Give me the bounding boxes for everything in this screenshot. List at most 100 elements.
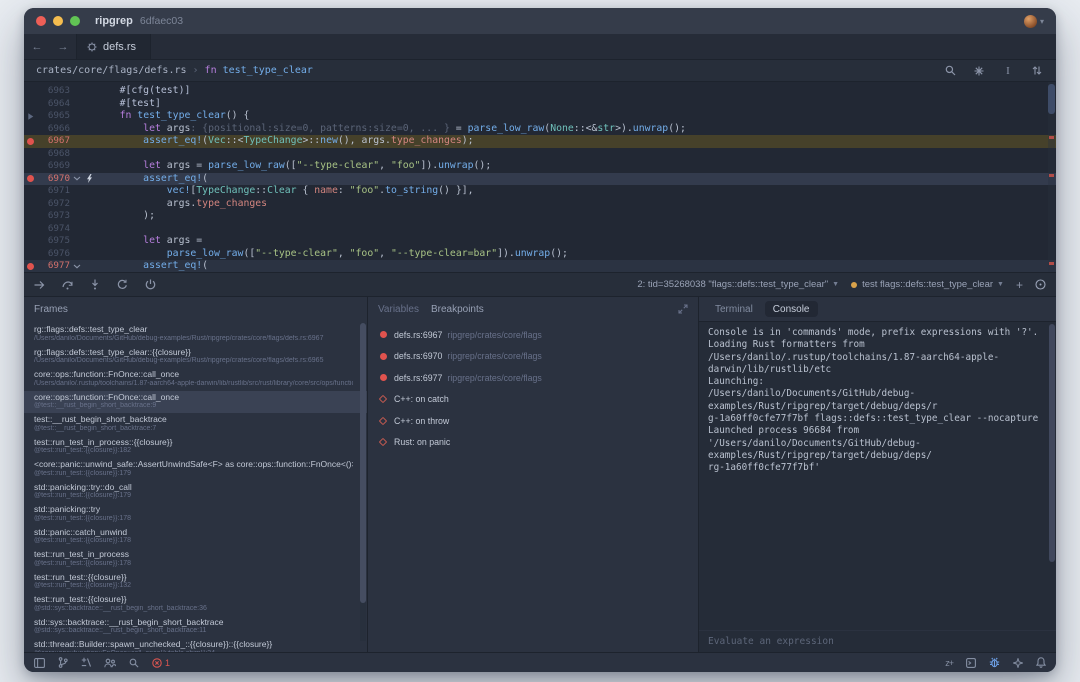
tab-console[interactable]: Console xyxy=(764,301,818,317)
expand-panel-icon[interactable] xyxy=(678,304,688,314)
terminal-panel-icon[interactable] xyxy=(966,657,976,668)
editor-line[interactable]: 6969 let args = parse_low_raw(["--type-c… xyxy=(24,160,1056,173)
frame-row[interactable]: std::panicking::try @test::run_test::{{cl… xyxy=(24,503,367,526)
inline-assist-icon[interactable] xyxy=(972,64,986,78)
editor-line[interactable]: 6977 assert_eq!( xyxy=(24,260,1056,272)
frame-row[interactable]: <core::panic::unwind_safe::AssertUnwindS… xyxy=(24,458,367,481)
gutter[interactable]: 6971 xyxy=(24,185,96,198)
gutter[interactable]: 6976 xyxy=(24,248,96,261)
breakpoint-icon[interactable] xyxy=(24,262,37,270)
breakpoint-row[interactable]: defs.rs:6970 ripgrep/crates/core/flags xyxy=(368,346,698,368)
code-editor[interactable]: 6963 #[cfg(test)] 6964 #[test] 6965 fn tes… xyxy=(24,81,1056,272)
gutter[interactable]: 6968 xyxy=(24,148,96,161)
editor-line[interactable]: 6970 assert_eq!( xyxy=(24,172,1056,186)
search-icon[interactable] xyxy=(943,64,957,78)
gutter[interactable]: 6966 xyxy=(24,123,96,136)
session-selector[interactable]: test flags::defs::test_type_clear ▼ xyxy=(851,279,1004,290)
breakpoint-row[interactable]: C++: on throw xyxy=(368,410,698,432)
restart-icon[interactable] xyxy=(117,279,128,290)
git-branch-label[interactable]: 6dfaec03 xyxy=(140,15,183,27)
gutter[interactable]: 6977 xyxy=(24,260,96,272)
step-over-icon[interactable] xyxy=(62,280,73,290)
frame-row[interactable]: std::thread::Builder::spawn_unchecked_::… xyxy=(24,638,367,652)
editor-line[interactable]: 6967 assert_eq!(Vec::<TypeChange>::new()… xyxy=(24,135,1056,148)
breakpoint-icon[interactable] xyxy=(24,137,37,145)
gutter[interactable]: 6965 xyxy=(24,110,96,123)
frame-row[interactable]: core::ops::function::FnOnce::call_once @t… xyxy=(24,390,367,413)
frame-row[interactable]: std::sys::backtrace::__rust_begin_short_… xyxy=(24,616,367,639)
breadcrumb-symbol[interactable]: test_type_clear xyxy=(223,65,313,76)
close-window-button[interactable] xyxy=(36,16,46,26)
continue-icon[interactable] xyxy=(34,280,45,290)
editor-line[interactable]: 6966 let args: {positional:size=0, patte… xyxy=(24,123,1056,136)
run-test-icon[interactable] xyxy=(24,113,37,120)
exception-breakpoint-icon[interactable] xyxy=(378,395,394,404)
console-expression-input[interactable]: Evaluate an expression xyxy=(699,630,1056,652)
nav-forward-button[interactable]: → xyxy=(50,34,76,59)
thread-selector[interactable]: 2: tid=35268038 "flags::defs::test_type_… xyxy=(637,279,839,290)
editor-line[interactable]: 6963 #[cfg(test)] xyxy=(24,85,1056,98)
diff-icon[interactable] xyxy=(81,657,91,668)
frame-row[interactable]: test::run_test::{{closure}} @test::run_te… xyxy=(24,571,367,594)
exception-breakpoint-icon[interactable] xyxy=(378,438,394,447)
editor-line[interactable]: 6965 fn test_type_clear() { xyxy=(24,110,1056,123)
editor-line[interactable]: 6971 vec![TypeChange::Clear { name: "foo… xyxy=(24,185,1056,198)
breakpoint-dot-icon[interactable] xyxy=(380,352,394,360)
frame-row[interactable]: rg::flags::defs::test_type_clear::{{clos… xyxy=(24,346,367,369)
minimize-window-button[interactable] xyxy=(53,16,63,26)
assistant-icon[interactable] xyxy=(1013,657,1023,668)
editor-line[interactable]: 6964 #[test] xyxy=(24,98,1056,111)
fold-chevron-icon[interactable] xyxy=(70,176,83,181)
editor-line[interactable]: 6972 args.type_changes xyxy=(24,198,1056,211)
frame-row[interactable]: test::__rust_begin_short_backtrace @test:… xyxy=(24,413,367,436)
gutter[interactable]: 6963 xyxy=(24,85,96,98)
breakpoint-row[interactable]: defs.rs:6977 ripgrep/crates/core/flags xyxy=(368,367,698,389)
exception-breakpoint-icon[interactable] xyxy=(378,416,394,425)
breakpoint-icon[interactable] xyxy=(24,175,37,183)
session-options-icon[interactable] xyxy=(1035,279,1046,290)
breakpoint-dot-icon[interactable] xyxy=(380,331,394,339)
edit-prediction-icon[interactable]: z+ xyxy=(945,658,954,668)
frames-scrollbar[interactable] xyxy=(360,323,366,641)
frame-row[interactable]: std::panicking::try::do_call @test::run_t… xyxy=(24,481,367,504)
breakpoint-row[interactable]: Rust: on panic xyxy=(368,432,698,454)
debugger-icon[interactable] xyxy=(989,657,1000,668)
selections-icon[interactable] xyxy=(1030,64,1044,78)
tab-terminal[interactable]: Terminal xyxy=(707,301,761,317)
editor-line[interactable]: 6973 ); xyxy=(24,210,1056,223)
frame-row[interactable]: test::run_test_in_process::{{closure}} @t… xyxy=(24,436,367,459)
diagnostics-errors[interactable]: 1 xyxy=(152,658,170,668)
editor-line[interactable]: 6976 parse_low_raw(["--type-clear", "foo… xyxy=(24,248,1056,261)
breakpoint-row[interactable]: defs.rs:6967 ripgrep/crates/core/flags xyxy=(368,324,698,346)
zoom-window-button[interactable] xyxy=(70,16,80,26)
project-title[interactable]: ripgrep xyxy=(95,15,133,27)
frame-row[interactable]: test::run_test_in_process @test::run_test… xyxy=(24,548,367,571)
gutter[interactable]: 6974 xyxy=(24,223,96,236)
editor-line[interactable]: 6968 xyxy=(24,148,1056,161)
gutter[interactable]: 6970 xyxy=(24,173,96,186)
tab-breakpoints[interactable]: Breakpoints xyxy=(431,304,484,315)
fold-chevron-icon[interactable] xyxy=(70,264,83,269)
project-panel-icon[interactable] xyxy=(34,657,45,668)
stop-icon[interactable] xyxy=(145,279,156,290)
breakpoint-dot-icon[interactable] xyxy=(380,374,394,382)
editor-line[interactable]: 6974 xyxy=(24,223,1056,236)
gutter[interactable]: 6969 xyxy=(24,160,96,173)
git-branch-icon[interactable] xyxy=(58,657,68,668)
tab-defs-rs[interactable]: defs.rs xyxy=(76,34,152,59)
notifications-bell-icon[interactable] xyxy=(1036,657,1046,668)
tab-variables[interactable]: Variables xyxy=(378,304,419,315)
user-menu[interactable]: ▾ xyxy=(1023,14,1044,28)
nav-back-button[interactable]: ← xyxy=(24,34,50,59)
editor-line[interactable]: 6975 let args = xyxy=(24,235,1056,248)
frame-row[interactable]: test::run_test::{{closure}} @std::sys::ba… xyxy=(24,593,367,616)
console-output[interactable]: Console is in 'commands' mode, prefix ex… xyxy=(699,322,1056,630)
step-into-icon[interactable] xyxy=(90,279,100,290)
frame-row[interactable]: rg::flags::defs::test_type_clear/Users/d… xyxy=(24,323,367,346)
gutter[interactable]: 6964 xyxy=(24,98,96,111)
gutter[interactable]: 6975 xyxy=(24,235,96,248)
breadcrumb-path[interactable]: crates/core/flags/defs.rs xyxy=(36,65,187,76)
gutter[interactable]: 6972 xyxy=(24,198,96,211)
search-icon[interactable] xyxy=(129,658,139,668)
editor-scrollbar[interactable] xyxy=(1048,82,1055,272)
